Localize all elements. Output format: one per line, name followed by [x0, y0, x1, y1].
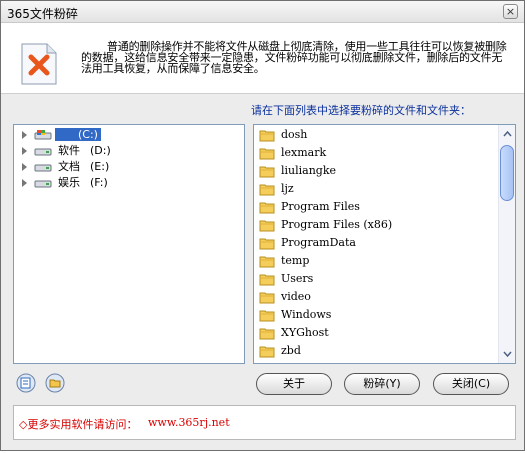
- scroll-thumb[interactable]: [500, 145, 514, 201]
- file-list-item[interactable]: XYGhost: [259, 324, 489, 342]
- scroll-up-icon[interactable]: [500, 126, 515, 142]
- header-panel: 普通的删除操作并不能将文件从磁盘上彻底清除，使用一些工具往往可以恢复被删除的数据…: [1, 23, 524, 94]
- expand-arrow-icon[interactable]: [22, 131, 27, 139]
- folder-icon: [259, 238, 275, 250]
- hard-drive-icon: [34, 180, 52, 188]
- folder-icon: [259, 274, 275, 286]
- drive-name: 娱乐: [58, 176, 80, 189]
- description-text: 普通的删除操作并不能将文件从磁盘上彻底清除，使用一些工具往往可以恢复被删除的数据…: [81, 40, 507, 75]
- close-window-button[interactable]: ×: [503, 4, 518, 19]
- folder-icon: [259, 130, 275, 142]
- folder-icon: [259, 220, 275, 232]
- selection-hint: 请在下面列表中选择要粉碎的文件和文件夹：: [251, 104, 471, 117]
- drive-label-text: 文档 (E:): [58, 160, 109, 173]
- file-name: Users: [281, 272, 314, 285]
- footer-bar: ◇更多实用软件请访问： www.365rj.net: [13, 405, 516, 440]
- file-list-item[interactable]: liuliangke: [259, 162, 489, 180]
- file-list-item[interactable]: Windows: [259, 306, 489, 324]
- drive-label-text: 软件 (D:): [58, 144, 111, 157]
- drive-letter: (E:): [90, 160, 110, 173]
- shred-button[interactable]: 粉碎(Y): [344, 373, 420, 395]
- file-list-item[interactable]: video: [259, 288, 489, 306]
- file-name: temp: [281, 254, 310, 267]
- expand-arrow-icon[interactable]: [22, 147, 27, 155]
- hard-drive-icon: [34, 164, 52, 172]
- file-list-item[interactable]: ProgramData: [259, 234, 489, 252]
- file-name: lexmark: [281, 146, 327, 159]
- folder-icon: [259, 292, 275, 304]
- drive-label: (C:): [55, 127, 101, 143]
- window-title: 365文件粉碎: [7, 7, 78, 21]
- file-name: liuliangke: [281, 164, 337, 177]
- folder-icon: [259, 148, 275, 160]
- expand-arrow-icon[interactable]: [22, 179, 27, 187]
- drive-name: 文档: [58, 160, 80, 173]
- system-drive-icon: [34, 130, 52, 140]
- file-list-item[interactable]: Users: [259, 270, 489, 288]
- refresh-icon[interactable]: [16, 373, 36, 393]
- expand-arrow-icon[interactable]: [22, 163, 27, 171]
- file-name: video: [281, 290, 311, 303]
- file-list-item[interactable]: lexmark: [259, 144, 489, 162]
- file-name: zbd: [281, 344, 301, 357]
- folder-icon: [259, 184, 275, 196]
- drive-tree[interactable]: (C:) 软件 (D:) 文档 (E:) 娱乐 (F:): [13, 124, 245, 364]
- drive-letter: (F:): [90, 176, 108, 189]
- file-list-item[interactable]: temp: [259, 252, 489, 270]
- file-name: ProgramData: [281, 236, 356, 249]
- file-list-item[interactable]: Program Files (x86): [259, 216, 489, 234]
- drive-name: 软件: [58, 144, 80, 157]
- delete-document-icon: [21, 43, 57, 85]
- file-list[interactable]: dosh lexmark liuliangke ljz Program Files Pro…: [253, 124, 516, 364]
- drive-label: 文档 (E:): [58, 159, 109, 175]
- file-name: ljz: [281, 182, 294, 195]
- drive-item[interactable]: 软件 (D:): [14, 143, 244, 159]
- file-name: Windows: [281, 308, 332, 321]
- drive-label: 娱乐 (F:): [58, 175, 108, 191]
- hard-drive-icon: [34, 148, 52, 156]
- open-folder-icon[interactable]: [45, 373, 65, 393]
- file-list-item[interactable]: Program Files: [259, 198, 489, 216]
- footer-label: ◇更多实用软件请访问：: [19, 418, 138, 431]
- folder-icon: [259, 202, 275, 214]
- drive-item[interactable]: (C:): [14, 127, 244, 143]
- file-name: Program Files: [281, 200, 360, 213]
- folder-icon: [259, 310, 275, 322]
- website-link[interactable]: www.365rj.net: [148, 416, 230, 429]
- drive-item[interactable]: 文档 (E:): [14, 159, 244, 175]
- about-button[interactable]: 关于: [256, 373, 332, 395]
- folder-icon: [259, 328, 275, 340]
- drive-item[interactable]: 娱乐 (F:): [14, 175, 244, 191]
- file-name: Program Files (x86): [281, 218, 393, 231]
- vertical-scrollbar[interactable]: [498, 125, 515, 363]
- file-list-item[interactable]: ljz: [259, 180, 489, 198]
- drive-label: 软件 (D:): [58, 143, 111, 159]
- drive-label-text: 娱乐 (F:): [58, 176, 108, 189]
- scroll-down-icon[interactable]: [500, 346, 515, 362]
- file-list-item[interactable]: dosh: [259, 126, 489, 144]
- title-bar[interactable]: 365文件粉碎 ×: [1, 1, 524, 23]
- close-button[interactable]: 关闭(C): [433, 373, 509, 395]
- drive-letter: (D:): [90, 144, 111, 157]
- file-name: dosh: [281, 128, 308, 141]
- folder-icon: [259, 166, 275, 178]
- file-name: XYGhost: [281, 326, 329, 339]
- folder-icon: [259, 346, 275, 358]
- file-list-item[interactable]: zbd: [259, 342, 489, 360]
- shredder-window: 365文件粉碎 × 普通的删除操作并不能将文件从磁盘上彻底清除，使用一些工具往往…: [0, 0, 525, 451]
- drive-label-text: (C:): [55, 128, 101, 141]
- folder-icon: [259, 256, 275, 268]
- drive-letter: (C:): [78, 128, 98, 141]
